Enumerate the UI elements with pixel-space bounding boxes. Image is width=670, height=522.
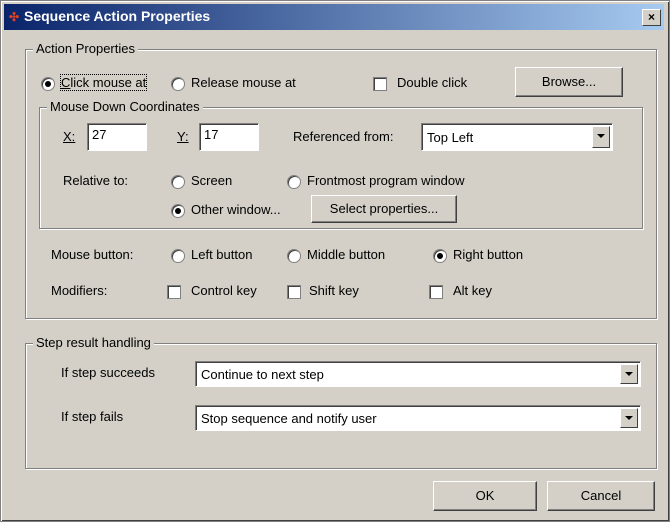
chevron-down-icon[interactable] xyxy=(592,126,610,148)
frontmost-window-radio[interactable] xyxy=(287,175,301,189)
window-title: Sequence Action Properties xyxy=(24,8,211,24)
alt-key-checkbox[interactable] xyxy=(429,285,443,299)
referenced-from-value: Top Left xyxy=(427,130,474,145)
double-click-label[interactable]: Double click xyxy=(397,75,467,90)
middle-button-label[interactable]: Middle button xyxy=(307,247,385,262)
click-mouse-at-radio[interactable] xyxy=(41,77,55,91)
step-result-legend: Step result handling xyxy=(33,335,154,350)
middle-button-radio[interactable] xyxy=(287,249,301,263)
release-mouse-at-label[interactable]: Release mouse at xyxy=(191,75,296,90)
mouse-button-label: Mouse button: xyxy=(51,247,134,262)
action-properties-legend: Action Properties xyxy=(33,41,138,56)
release-mouse-at-radio[interactable] xyxy=(171,77,185,91)
browse-button[interactable]: Browse... xyxy=(515,67,623,97)
y-coordinate-input[interactable]: 17 xyxy=(199,123,259,151)
dialog-window: ✣ Sequence Action Properties × Action Pr… xyxy=(0,0,670,522)
step-fails-label: If step fails xyxy=(61,409,124,424)
relative-to-label: Relative to: xyxy=(63,173,129,188)
chevron-down-icon[interactable] xyxy=(620,408,638,428)
x-coordinate-input[interactable]: 27 xyxy=(87,123,147,151)
control-key-checkbox[interactable] xyxy=(167,285,181,299)
double-click-checkbox[interactable] xyxy=(373,77,387,91)
frontmost-window-label[interactable]: Frontmost program window xyxy=(307,173,465,188)
click-mouse-at-label[interactable]: Click mouse at xyxy=(59,74,148,91)
screen-radio[interactable] xyxy=(171,175,185,189)
step-succeeds-value: Continue to next step xyxy=(201,367,324,382)
left-button-radio[interactable] xyxy=(171,249,185,263)
other-window-label[interactable]: Other window... xyxy=(191,202,281,217)
click-mouse-at-text: lick mouse at xyxy=(70,75,147,90)
select-properties-button[interactable]: Select properties... xyxy=(311,195,457,223)
ok-button[interactable]: OK xyxy=(433,481,537,511)
step-succeeds-select[interactable]: Continue to next step xyxy=(195,361,641,387)
right-button-label[interactable]: Right button xyxy=(453,247,523,262)
alt-key-label[interactable]: Alt key xyxy=(453,283,492,298)
title-bar[interactable]: ✣ Sequence Action Properties × xyxy=(4,4,664,30)
mouse-down-coordinates-legend: Mouse Down Coordinates xyxy=(47,99,203,114)
y-label: Y: xyxy=(177,129,189,144)
cancel-button[interactable]: Cancel xyxy=(547,481,655,511)
step-fails-value: Stop sequence and notify user xyxy=(201,411,377,426)
left-button-label[interactable]: Left button xyxy=(191,247,252,262)
close-button[interactable]: × xyxy=(642,9,661,26)
x-label: X: xyxy=(63,129,76,144)
chevron-down-icon[interactable] xyxy=(620,364,638,384)
modifiers-label: Modifiers: xyxy=(51,283,108,298)
screen-label[interactable]: Screen xyxy=(191,173,232,188)
step-succeeds-label: If step succeeds xyxy=(61,365,155,380)
right-button-radio[interactable] xyxy=(433,249,447,263)
shift-key-label[interactable]: Shift key xyxy=(309,283,359,298)
step-fails-select[interactable]: Stop sequence and notify user xyxy=(195,405,641,431)
control-key-label[interactable]: Control key xyxy=(191,283,257,298)
app-icon: ✣ xyxy=(9,10,20,24)
referenced-from-select[interactable]: Top Left xyxy=(421,123,613,151)
other-window-radio[interactable] xyxy=(171,204,185,218)
shift-key-checkbox[interactable] xyxy=(287,285,301,299)
referenced-from-label: Referenced from: xyxy=(293,129,394,144)
